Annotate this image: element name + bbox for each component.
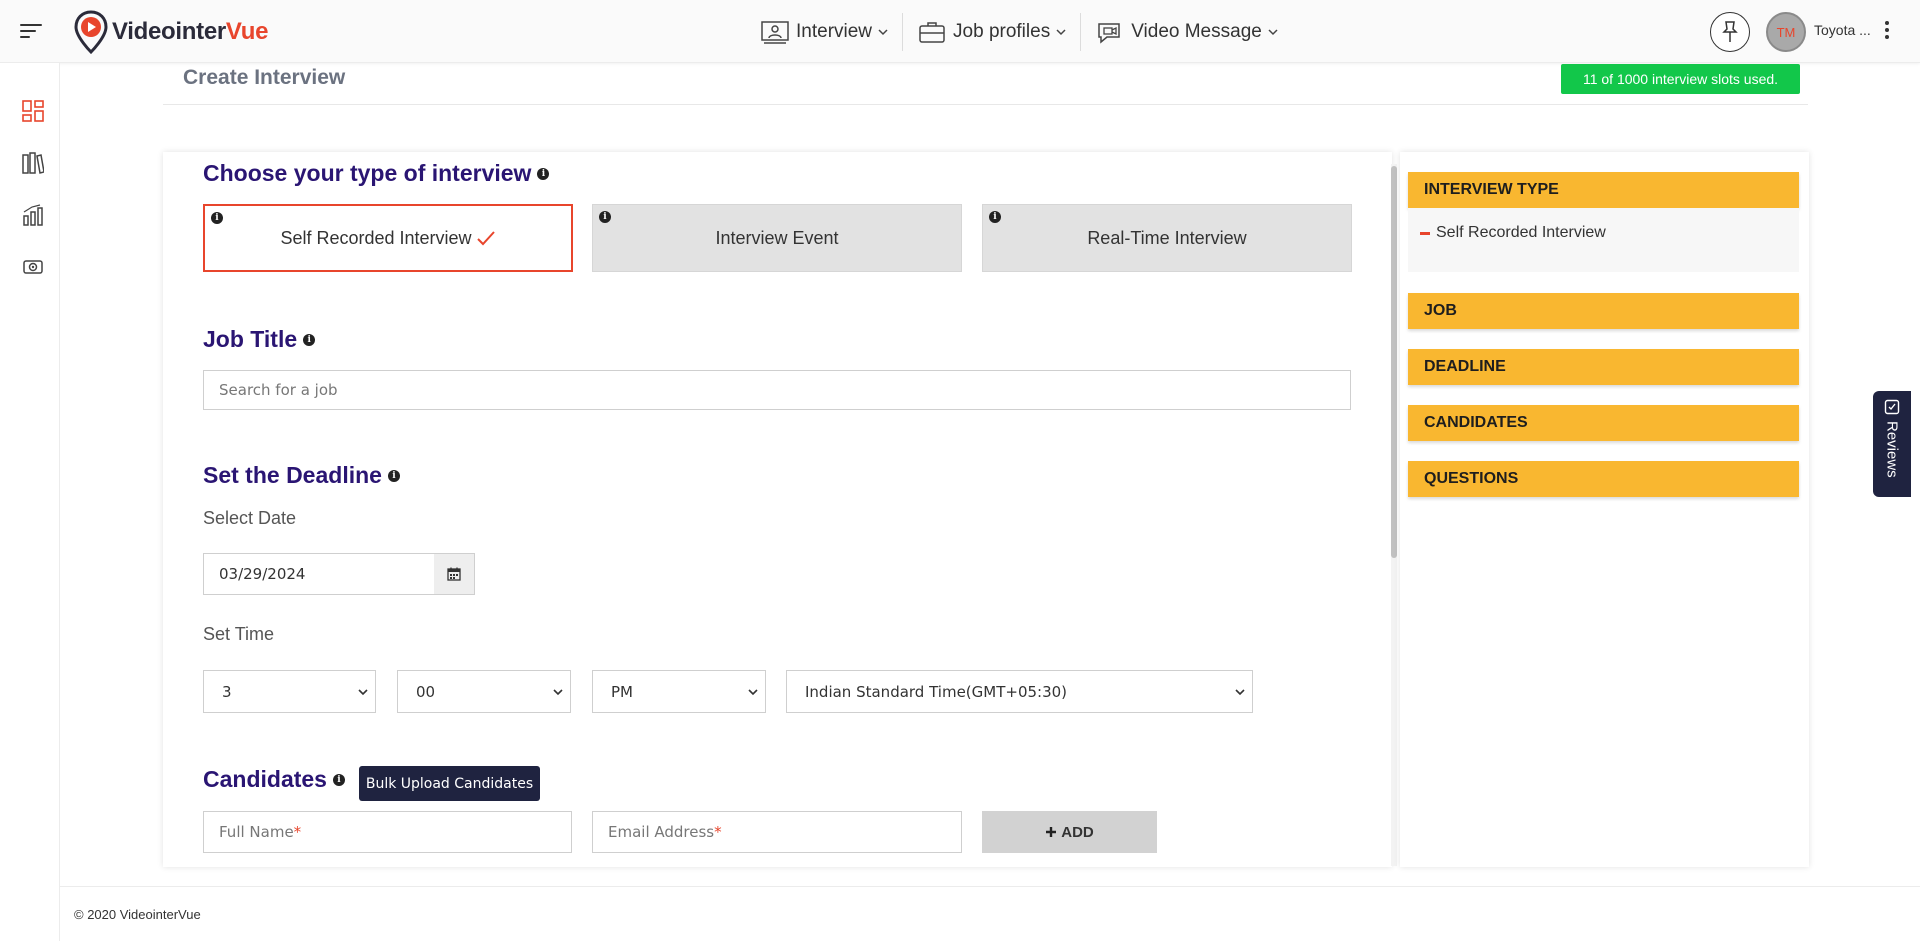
set-time-label: Set Time <box>203 624 275 644</box>
nav-interview[interactable]: Interview <box>746 14 902 50</box>
deadline-heading: Set the Deadline i <box>203 462 400 489</box>
summary-interview-type-body: Self Recorded Interview <box>1408 208 1799 272</box>
user-name[interactable]: Toyota ... <box>1814 22 1871 38</box>
title-divider <box>163 104 1808 105</box>
full-name-input[interactable]: Full Name * <box>203 811 572 853</box>
pin-button[interactable] <box>1710 12 1750 52</box>
chevron-down-icon <box>358 689 368 696</box>
info-icon[interactable]: i <box>387 469 400 482</box>
kebab-menu-icon[interactable] <box>1884 21 1890 41</box>
reviews-icon <box>1884 399 1900 415</box>
reviews-tab[interactable]: Reviews <box>1873 391 1911 497</box>
summary-candidates-header[interactable]: CANDIDATES <box>1408 405 1799 441</box>
footer-divider <box>60 886 1920 887</box>
info-icon[interactable]: i <box>211 212 223 224</box>
nav-job-profiles[interactable]: Job profiles <box>903 14 1080 50</box>
interview-slots-badge: 11 of 1000 interview slots used. <box>1561 64 1800 94</box>
calendar-button[interactable] <box>434 553 475 595</box>
analytics-icon[interactable] <box>22 204 44 226</box>
bulk-upload-candidates-button[interactable]: Bulk Upload Candidates <box>359 766 540 801</box>
candidates-heading: Candidates i <box>203 766 345 793</box>
info-icon[interactable]: i <box>332 773 345 786</box>
briefcase-icon <box>919 22 945 43</box>
job-title-heading: Job Title i <box>203 326 316 353</box>
chevron-down-icon <box>748 689 758 696</box>
chevron-down-icon <box>553 689 563 696</box>
minus-icon <box>1420 231 1430 235</box>
checkmark-icon <box>476 231 495 246</box>
plus-icon <box>1046 827 1057 837</box>
dashboard-icon[interactable] <box>22 100 44 122</box>
library-icon[interactable] <box>22 152 44 174</box>
add-candidate-button[interactable]: ADD <box>982 811 1157 853</box>
left-sidebar <box>0 63 60 941</box>
create-interview-form: Choose your type of interview i i Self Re… <box>163 152 1392 867</box>
interview-type-real-time[interactable]: i Real-Time Interview <box>982 204 1352 272</box>
deadline-date-input[interactable]: 03/29/2024 <box>203 553 435 595</box>
timezone-select[interactable]: Indian Standard Time(GMT+05:30) <box>786 670 1253 713</box>
hour-select[interactable]: 3 <box>203 670 376 713</box>
info-icon[interactable]: i <box>537 167 550 180</box>
main-navigation: Interview Job profiles Video Message <box>746 13 1292 51</box>
email-address-input[interactable]: Email Address * <box>592 811 962 853</box>
info-icon[interactable]: i <box>303 333 316 346</box>
calendar-icon <box>447 567 461 581</box>
logo-pin-icon <box>74 10 108 54</box>
chevron-down-icon <box>1235 689 1245 696</box>
interview-type-heading: Choose your type of interview i <box>203 160 550 187</box>
summary-job-header[interactable]: JOB <box>1408 293 1799 329</box>
chevron-down-icon <box>1268 29 1278 36</box>
interview-icon <box>761 21 789 44</box>
summary-questions-header[interactable]: QUESTIONS <box>1408 461 1799 497</box>
info-icon[interactable]: i <box>599 211 611 223</box>
chevron-down-icon <box>1056 29 1066 36</box>
form-scrollbar-thumb[interactable] <box>1391 166 1397 558</box>
chevron-down-icon <box>878 29 888 36</box>
summary-interview-type-value: Self Recorded Interview <box>1420 224 1606 242</box>
summary-interview-type-header[interactable]: INTERVIEW TYPE <box>1408 172 1799 208</box>
job-search-input[interactable]: Search for a job <box>203 370 1351 410</box>
video-message-icon[interactable] <box>22 256 44 278</box>
minute-select[interactable]: 00 <box>397 670 571 713</box>
page-title: Create Interview <box>183 66 346 89</box>
footer-copyright: © 2020 VideointerVue <box>74 907 201 922</box>
brand-logo[interactable]: VideointerVue <box>74 10 268 54</box>
top-header: VideointerVue Interview Job profiles Vid… <box>0 0 1920 63</box>
ampm-select[interactable]: PM <box>592 670 766 713</box>
hamburger-icon[interactable] <box>20 24 42 40</box>
logo-text: VideointerVue <box>112 18 269 45</box>
interview-type-event[interactable]: i Interview Event <box>592 204 962 272</box>
nav-video-message[interactable]: Video Message <box>1081 14 1292 50</box>
summary-deadline-header[interactable]: DEADLINE <box>1408 349 1799 385</box>
interview-type-self-recorded[interactable]: i Self Recorded Interview <box>203 204 573 272</box>
user-avatar[interactable]: TM <box>1766 12 1806 52</box>
video-message-icon <box>1098 23 1120 44</box>
info-icon[interactable]: i <box>989 211 1001 223</box>
pin-icon <box>1722 21 1738 42</box>
select-date-label: Select Date <box>203 508 297 528</box>
interview-summary-panel: INTERVIEW TYPE Self Recorded Interview J… <box>1400 152 1809 867</box>
